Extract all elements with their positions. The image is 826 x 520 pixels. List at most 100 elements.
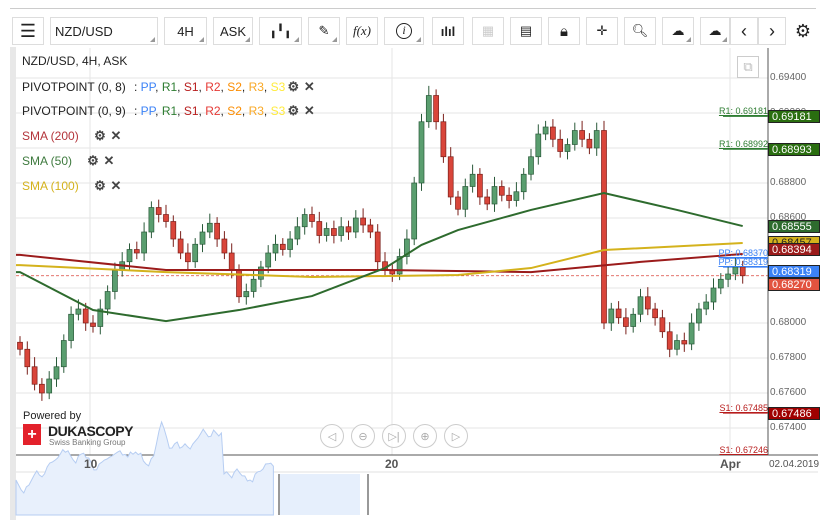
close-icon[interactable]: ✕: [301, 79, 317, 95]
navigator-window[interactable]: [279, 474, 360, 515]
candle: [542, 126, 549, 135]
candle: [447, 156, 454, 198]
gear-icon[interactable]: ⚙: [285, 103, 301, 119]
zoom-in-button[interactable]: ⊕: [413, 424, 437, 448]
candle: [564, 144, 571, 152]
candle: [68, 313, 74, 341]
price-badge-r1b: 0.68993: [768, 143, 820, 157]
candle: [360, 217, 366, 226]
price-badge-r1a: 0.69181: [768, 110, 820, 124]
candle: [17, 341, 23, 350]
candle: [615, 308, 622, 319]
candle: [477, 173, 483, 198]
candle: [141, 231, 147, 254]
price-tick: 0.69400: [770, 72, 807, 83]
candle: [221, 238, 228, 254]
separator: ,: [177, 80, 184, 94]
sma100-label: SMA (100): [22, 179, 79, 193]
x-tick-apr: Apr: [720, 457, 741, 471]
legend-title-text: NZD/USD, 4H, ASK: [22, 54, 128, 68]
close-icon[interactable]: ✕: [101, 153, 117, 169]
separator: ,: [241, 104, 249, 118]
candle: [630, 313, 637, 327]
separator: ,: [241, 80, 249, 94]
pivot-label-r1b: R1: 0.68992: [718, 139, 768, 150]
pivot-item-r2: R2: [205, 80, 221, 94]
candle: [674, 340, 680, 350]
candle: [491, 186, 498, 205]
price-badge-s1: 0.67486: [768, 406, 820, 420]
candle: [206, 222, 213, 233]
colon: :: [134, 80, 141, 94]
candle: [265, 252, 272, 268]
scroll-right-button[interactable]: ▷: [444, 424, 468, 448]
gear-icon[interactable]: ⚙: [85, 153, 101, 169]
candle: [462, 186, 469, 210]
pivot-item-s2: S2: [227, 104, 242, 118]
candle: [104, 291, 111, 310]
candle: [163, 214, 169, 222]
candle: [367, 224, 374, 233]
go-to-end-button[interactable]: ▷|: [382, 424, 406, 448]
brand-tagline: Swiss Banking Group: [49, 438, 126, 447]
candle: [192, 243, 199, 263]
candle: [228, 252, 235, 271]
swiss-cross-logo-icon: +: [23, 424, 41, 445]
pivot-item-s1: S1: [183, 104, 199, 118]
price-badge-sma50: 0.68555: [768, 219, 820, 233]
candle: [506, 194, 512, 201]
candle: [279, 243, 286, 250]
candle: [710, 287, 717, 303]
pivot-label-r1a: R1: 0.69181: [718, 106, 768, 117]
price-badge-pp: 0.68319: [768, 265, 820, 279]
popout-button[interactable]: ⧉: [737, 56, 759, 78]
brand-name: DUKASCOPY: [48, 423, 133, 439]
candle: [133, 249, 140, 254]
zoom-out-button[interactable]: ⊖: [351, 424, 375, 448]
candle: [725, 273, 731, 280]
candle: [571, 130, 578, 145]
separator: ,: [155, 104, 162, 118]
x-tick-20: 20: [385, 457, 399, 471]
candle: [170, 221, 177, 240]
candle: [550, 126, 556, 140]
gear-icon[interactable]: ⚙: [285, 79, 301, 95]
current-date: 02.04.2019: [769, 459, 820, 470]
candle: [112, 270, 118, 292]
gear-icon[interactable]: ⚙: [92, 178, 108, 194]
zoom-in-icon: ⊕: [420, 430, 430, 443]
candle: [652, 308, 658, 319]
candle: [185, 252, 191, 263]
sma200-label: SMA (200): [22, 129, 79, 143]
candle: [90, 322, 96, 327]
candle: [535, 133, 542, 158]
candle: [60, 340, 67, 368]
candle: [528, 156, 534, 175]
separator: ,: [263, 104, 271, 118]
scroll-left-button[interactable]: ◁: [320, 424, 344, 448]
candle: [498, 186, 505, 196]
candle: [352, 217, 359, 233]
pivot-item-pp: PP: [140, 104, 156, 118]
x-tick-10: 10: [84, 457, 98, 471]
candle: [666, 331, 673, 350]
triangle-left-icon: ◁: [327, 430, 337, 443]
pivot2-items: : PP, R1, S1, R2, S2, R3, S3: [134, 104, 285, 118]
candle: [513, 191, 520, 201]
candle: [455, 196, 461, 210]
candle: [294, 226, 301, 240]
zoom-out-icon: ⊖: [358, 430, 368, 443]
gear-icon[interactable]: ⚙: [92, 128, 108, 144]
pivot-item-r1: R1: [161, 104, 178, 118]
price-tick: 0.67600: [770, 387, 807, 398]
close-icon[interactable]: ✕: [108, 178, 124, 194]
candle: [418, 121, 425, 184]
candle: [440, 121, 447, 158]
candle: [732, 266, 739, 275]
candle: [199, 231, 206, 245]
legend-pivot-1: PIVOTPOINT (0, 8): PP, R1, S1, R2, S2, R…: [22, 79, 317, 95]
close-icon[interactable]: ✕: [301, 103, 317, 119]
price-badge-sma200: 0.68394: [768, 243, 820, 257]
close-icon[interactable]: ✕: [108, 128, 124, 144]
candle: [46, 378, 53, 394]
